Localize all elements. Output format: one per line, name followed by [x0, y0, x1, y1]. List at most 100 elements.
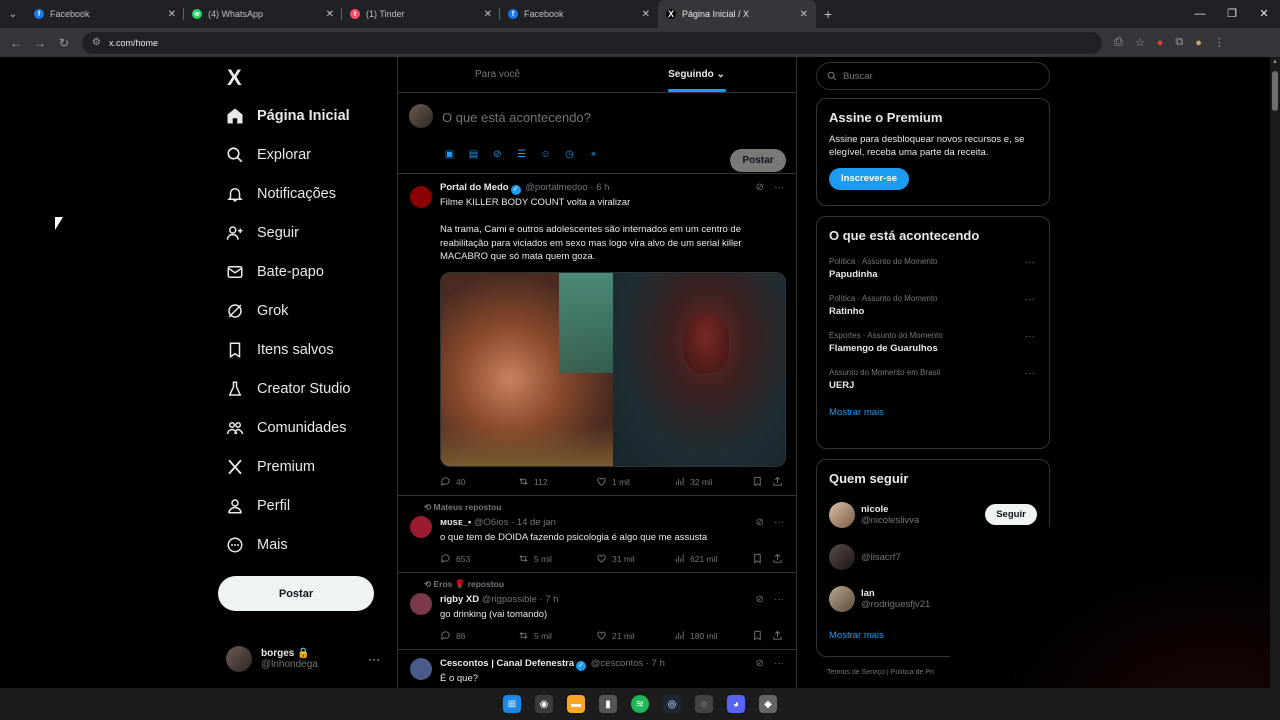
- tweet-author[interactable]: Cescontos | Canal Defenestra: [440, 658, 574, 669]
- tweet-time[interactable]: 7 h: [652, 658, 665, 669]
- install-app-icon[interactable]: ⎙: [1114, 36, 1123, 49]
- bookmark-star-icon[interactable]: ☆: [1135, 36, 1145, 49]
- more-icon[interactable]: ···: [1025, 331, 1035, 342]
- grok-icon[interactable]: ⊘: [491, 148, 504, 161]
- steam-icon[interactable]: ◎: [663, 695, 681, 713]
- image-icon[interactable]: ▣: [443, 148, 456, 161]
- discord-icon[interactable]: ◕: [727, 695, 745, 713]
- reload-icon[interactable]: ↻: [52, 36, 76, 50]
- tweet-handle[interactable]: @cescontos: [591, 658, 643, 669]
- tweet-media[interactable]: [440, 272, 786, 467]
- app-icon[interactable]: ◆: [759, 695, 777, 713]
- extension-icon[interactable]: ●: [1157, 37, 1164, 49]
- more-icon[interactable]: ···: [1025, 257, 1035, 268]
- more-icon[interactable]: ···: [368, 652, 380, 666]
- browser-tab[interactable]: t (1) Tinder ✕: [342, 0, 500, 28]
- trend-item[interactable]: Política · Assunto do Momento Ratinho ··…: [829, 294, 1037, 317]
- close-window-icon[interactable]: ✕: [1248, 0, 1280, 28]
- scroll-up-icon[interactable]: ▲: [1272, 59, 1278, 65]
- views-button[interactable]: 32 mil: [674, 476, 752, 487]
- url-input[interactable]: ⚙ x.com/home: [82, 31, 1102, 54]
- poll-icon[interactable]: ☰: [515, 148, 528, 161]
- bookmark-button[interactable]: [752, 630, 772, 641]
- reply-button[interactable]: 86: [440, 630, 518, 641]
- share-button[interactable]: [772, 553, 783, 564]
- back-icon[interactable]: ←: [4, 36, 28, 50]
- reply-button[interactable]: 653: [440, 553, 518, 564]
- x-logo-icon[interactable]: X: [227, 65, 242, 91]
- views-button[interactable]: 180 mil: [674, 630, 752, 641]
- gif-icon[interactable]: ▤: [467, 148, 480, 161]
- repost-label[interactable]: ⟲ Eros 🌹 repostou: [424, 579, 504, 590]
- close-icon[interactable]: ✕: [168, 9, 176, 20]
- scrollbar-thumb[interactable]: [1272, 71, 1278, 111]
- new-tab-icon[interactable]: +: [824, 6, 832, 22]
- schedule-icon[interactable]: ◷: [563, 148, 576, 161]
- sidebar-item-profile[interactable]: Perfil: [226, 494, 290, 518]
- sidebar-item-communities[interactable]: Comunidades: [226, 416, 346, 440]
- views-button[interactable]: 621 mil: [674, 553, 752, 564]
- location-icon[interactable]: ⌖: [587, 148, 600, 161]
- maximize-icon[interactable]: ❐: [1216, 0, 1248, 28]
- profile-icon[interactable]: ●: [1195, 37, 1202, 49]
- footer-links[interactable]: Termos de Serviço | Política de Pri: [816, 669, 950, 676]
- tweet-handle[interactable]: @portalmedoo: [525, 182, 587, 193]
- more-icon[interactable]: ···: [774, 182, 784, 193]
- sidebar-item-notifications[interactable]: Notificações: [226, 182, 336, 206]
- tweet-author[interactable]: Portal do Medo: [440, 182, 509, 193]
- app-icon[interactable]: ▮: [599, 695, 617, 713]
- like-button[interactable]: 21 mil: [596, 630, 674, 641]
- media-image[interactable]: [613, 273, 785, 466]
- follow-button[interactable]: Seguir: [985, 504, 1037, 525]
- tweet[interactable]: ⟲ Mateus repostou ᴍᴜsᴇ_▪ @O6ios · 14 de …: [398, 496, 796, 573]
- more-icon[interactable]: ···: [1025, 294, 1035, 305]
- tweet[interactable]: Portal do Medo ✓ @portalmedoo · 6 h ⊘ ··· …: [398, 174, 796, 496]
- show-more-link[interactable]: Mostrar mais: [829, 407, 1037, 418]
- browser-tab[interactable]: f Facebook ✕: [26, 0, 184, 28]
- tweet-handle[interactable]: @rigpossible: [482, 594, 537, 605]
- search-input[interactable]: Buscar: [816, 62, 1050, 90]
- emoji-icon[interactable]: ☺: [539, 148, 552, 161]
- site-info-icon[interactable]: ⚙: [92, 37, 101, 48]
- windows-start-icon[interactable]: ⊞: [503, 695, 521, 713]
- trend-item[interactable]: Assunto do Momento em Brasil UERJ ···: [829, 368, 1037, 391]
- sidebar-item-follow[interactable]: Seguir: [226, 221, 299, 245]
- minimize-icon[interactable]: —: [1184, 0, 1216, 28]
- account-switcher[interactable]: borges 🔒 @lnhondega ···: [226, 642, 386, 676]
- repost-button[interactable]: 5 mil: [518, 553, 596, 564]
- tweet[interactable]: ⟲ Eros 🌹 repostou rigby XD @rigpossible …: [398, 573, 796, 650]
- grok-icon[interactable]: ⊘: [756, 594, 764, 605]
- browser-tab[interactable]: f Facebook ✕: [500, 0, 658, 28]
- like-button[interactable]: 1 mil: [596, 476, 674, 487]
- repost-label[interactable]: ⟲ Mateus repostou: [424, 502, 502, 513]
- tab-for-you[interactable]: Para você: [398, 57, 597, 92]
- grok-icon[interactable]: ⊘: [756, 658, 764, 669]
- more-icon[interactable]: ···: [774, 517, 784, 528]
- close-icon[interactable]: ✕: [326, 9, 334, 20]
- sidebar-item-bookmarks[interactable]: Itens salvos: [226, 338, 334, 362]
- sidebar-item-grok[interactable]: Grok: [226, 299, 288, 323]
- share-button[interactable]: [772, 476, 783, 487]
- tweet-time[interactable]: 7 h: [545, 594, 558, 605]
- chrome-icon[interactable]: ◉: [535, 695, 553, 713]
- grok-icon[interactable]: ⊘: [756, 182, 764, 193]
- composer-post-button[interactable]: Postar: [730, 149, 786, 172]
- trend-item[interactable]: Esportes · Assunto do Momento Flamengo d…: [829, 331, 1037, 354]
- tab-following[interactable]: Seguindo ⌄: [597, 57, 796, 92]
- tab-search-icon[interactable]: ⌄: [0, 0, 26, 28]
- more-icon[interactable]: ···: [774, 658, 784, 669]
- scrollbar[interactable]: ▲: [1270, 57, 1280, 688]
- sidebar-item-chat[interactable]: Bate-papo: [226, 260, 324, 284]
- sidebar-item-home[interactable]: Página Inicial: [226, 104, 350, 128]
- subscribe-button[interactable]: Inscrever-se: [829, 168, 909, 190]
- repost-button[interactable]: 112: [518, 476, 596, 487]
- grok-icon[interactable]: ⊘: [756, 517, 764, 528]
- close-icon[interactable]: ✕: [642, 9, 650, 20]
- browser-tab[interactable]: w (4) WhatsApp ✕: [184, 0, 342, 28]
- repost-button[interactable]: 5 mil: [518, 630, 596, 641]
- tweet-author[interactable]: rigby XD: [440, 594, 479, 605]
- like-button[interactable]: 31 mil: [596, 553, 674, 564]
- share-button[interactable]: [772, 630, 783, 641]
- more-icon[interactable]: ···: [1025, 368, 1035, 379]
- forward-icon[interactable]: →: [28, 36, 52, 50]
